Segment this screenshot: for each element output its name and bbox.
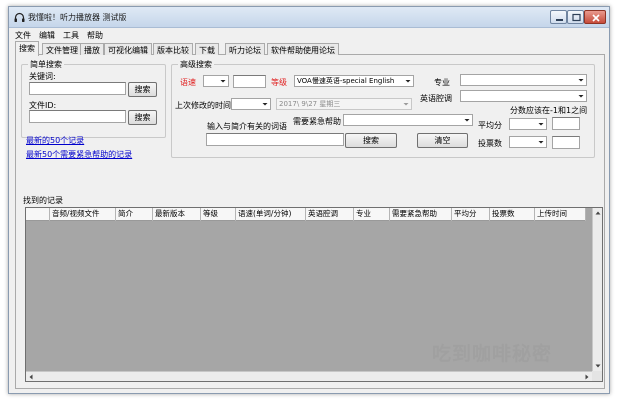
records-grid-header: 音频/视频文件 简介 最新版本 等级 语速(单词/分钟) 英语腔调 专业 需要紧… — [26, 208, 586, 221]
menu-edit[interactable]: 编辑 — [39, 30, 55, 41]
menu-help[interactable]: 帮助 — [87, 30, 103, 41]
major-label: 专业 — [434, 78, 450, 87]
column-header[interactable]: 最新版本 — [153, 208, 201, 221]
column-header[interactable]: 上传时间 — [535, 208, 586, 221]
main-window: 我懂啦！听力播放器 测试版 文件 编辑 工具 帮助 搜索 文件管理 播放 可视化… — [8, 6, 610, 394]
keyword-search-button[interactable]: 搜索 — [128, 82, 157, 97]
intro-words-input[interactable] — [206, 133, 344, 146]
accent-select[interactable] — [460, 90, 587, 102]
latest-records-link[interactable]: 最新的50个记录 — [26, 135, 84, 146]
advanced-search-title: 高级搜索 — [178, 59, 214, 70]
avg-score-input[interactable] — [552, 117, 580, 130]
headphones-icon — [14, 12, 25, 22]
accent-label: 英语腔调 — [420, 94, 452, 103]
score-range-note: 分数应该在-1和1之间 — [510, 106, 588, 115]
advanced-search-button[interactable]: 搜索 — [345, 133, 397, 148]
column-header[interactable]: 专业 — [354, 208, 390, 221]
column-header[interactable]: 简介 — [116, 208, 153, 221]
level-select-value: VOA慢速英语-special English — [297, 77, 395, 85]
close-button[interactable] — [584, 10, 606, 24]
date-picker-value: 2017\ 9\27 星期三 — [279, 100, 341, 108]
scroll-right-icon[interactable] — [582, 372, 592, 382]
title-bar[interactable]: 我懂啦！听力播放器 测试版 — [9, 7, 609, 28]
keyword-input[interactable] — [29, 82, 126, 95]
file-id-search-button[interactable]: 搜索 — [128, 110, 157, 125]
date-picker[interactable]: 2017\ 9\27 星期三 — [276, 98, 412, 110]
chevron-down-icon — [538, 123, 544, 126]
speed-operator-select[interactable] — [203, 75, 229, 87]
intro-words-label: 输入与简介有关的词语 — [207, 122, 287, 131]
close-icon — [592, 14, 600, 22]
watermark-text: 吃到咖啡秘密 — [432, 343, 553, 365]
minimize-button[interactable] — [550, 10, 567, 24]
chevron-down-icon — [403, 103, 409, 106]
records-title: 找到的记录 — [23, 196, 63, 205]
tab-search[interactable]: 搜索 — [15, 41, 39, 56]
scroll-down-icon[interactable] — [593, 361, 603, 371]
column-header[interactable]: 语速(单词/分钟) — [236, 208, 306, 221]
window-title: 我懂啦！听力播放器 测试版 — [28, 13, 127, 22]
chevron-down-icon — [464, 119, 470, 122]
vertical-scrollbar[interactable] — [592, 208, 602, 371]
minimize-icon — [556, 19, 563, 21]
date-operator-select[interactable] — [231, 98, 271, 110]
level-select[interactable]: VOA慢速英语-special English — [294, 75, 414, 87]
chevron-down-icon — [578, 95, 584, 98]
maximize-icon — [572, 13, 581, 22]
scroll-left-icon[interactable] — [26, 372, 36, 382]
clear-button[interactable]: 清空 — [417, 133, 468, 148]
keyword-label: 关键词: — [29, 72, 56, 81]
chevron-down-icon — [220, 80, 226, 83]
chevron-down-icon — [538, 141, 544, 144]
horizontal-scrollbar[interactable] — [26, 371, 592, 381]
tab-version-compare[interactable]: 版本比较 — [153, 43, 193, 55]
need-help-select[interactable] — [343, 114, 473, 126]
maximize-button[interactable] — [567, 10, 584, 24]
need-help-label: 需要紧急帮助 — [293, 117, 341, 126]
avg-score-operator-select[interactable] — [509, 118, 547, 130]
tab-play[interactable]: 播放 — [80, 43, 104, 55]
column-header[interactable]: 等级 — [201, 208, 236, 221]
tab-help-forum[interactable]: 软件帮助使用论坛 — [267, 43, 339, 55]
column-header[interactable]: 需要紧急帮助 — [390, 208, 452, 221]
column-header[interactable]: 英语腔调 — [306, 208, 354, 221]
speed-label: 语速 — [180, 78, 196, 87]
votes-operator-select[interactable] — [509, 136, 547, 148]
chevron-down-icon — [262, 103, 268, 106]
votes-input[interactable] — [552, 136, 580, 149]
column-header[interactable]: 投票数 — [490, 208, 535, 221]
tab-listening-forum[interactable]: 听力论坛 — [225, 43, 265, 55]
tab-file-management[interactable]: 文件管理 — [42, 43, 82, 55]
file-id-input[interactable] — [29, 110, 126, 123]
chevron-down-icon — [578, 79, 584, 82]
speed-input[interactable] — [233, 75, 266, 88]
last-modified-label: 上次修改的时间: — [175, 101, 234, 110]
column-header[interactable]: 音频/视频文件 — [50, 208, 116, 221]
major-select[interactable] — [460, 74, 587, 86]
level-label: 等级 — [271, 78, 287, 87]
urgent-help-records-link[interactable]: 最新50个需要紧急帮助的记录 — [26, 149, 132, 160]
scrollbar-corner — [592, 371, 602, 381]
tab-bar: 搜索 文件管理 播放 可视化编辑 版本比较 下载 听力论坛 软件帮助使用论坛 — [15, 41, 605, 56]
chevron-down-icon — [405, 80, 411, 83]
tab-download[interactable]: 下载 — [195, 43, 219, 55]
votes-label: 投票数 — [478, 139, 502, 148]
menu-bar: 文件 编辑 工具 帮助 — [9, 29, 609, 41]
scroll-up-icon[interactable] — [593, 208, 603, 218]
avg-score-label: 平均分 — [478, 121, 502, 130]
row-header-corner — [26, 208, 50, 221]
menu-file[interactable]: 文件 — [15, 30, 31, 41]
simple-search-title: 简单搜索 — [28, 59, 64, 70]
column-header[interactable]: 平均分 — [452, 208, 490, 221]
menu-tools[interactable]: 工具 — [63, 30, 79, 41]
tab-visual-edit[interactable]: 可视化编辑 — [104, 43, 152, 55]
